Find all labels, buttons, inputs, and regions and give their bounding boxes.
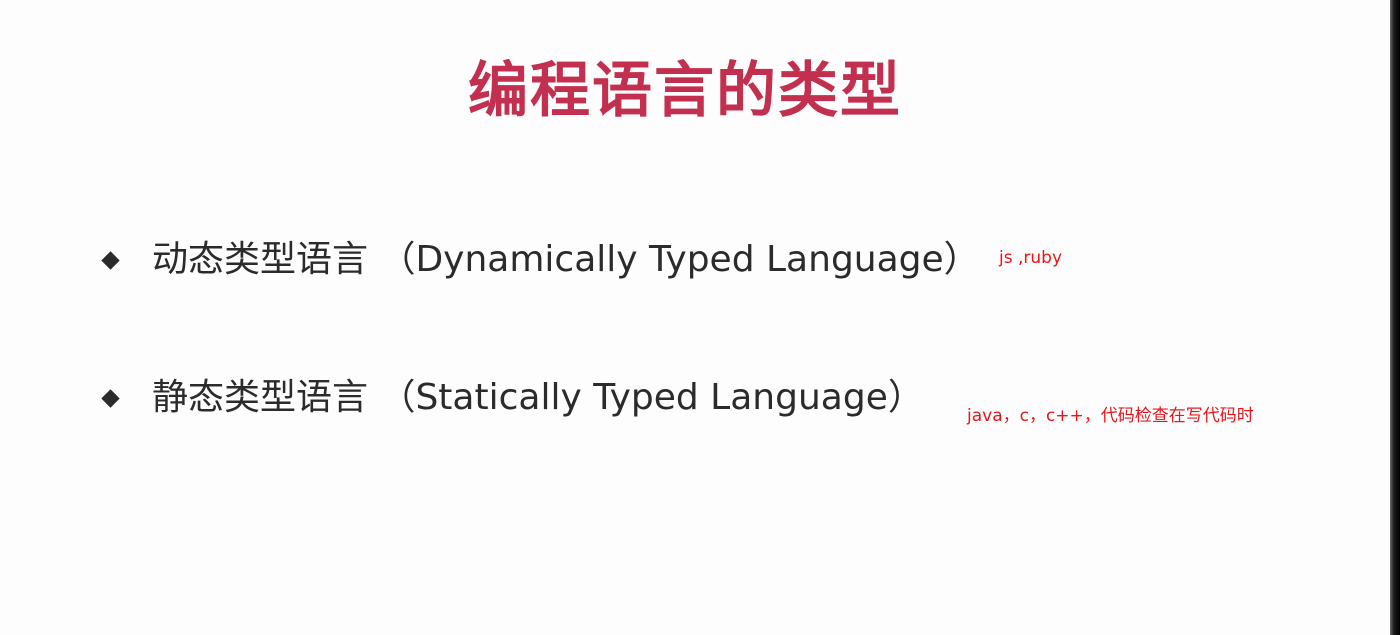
- diamond-bullet-icon: [101, 388, 120, 408]
- bullet-item-static: 静态类型语言 （Statically Typed Language）: [101, 372, 924, 424]
- annotation-dynamic: js ,ruby: [999, 248, 1063, 268]
- slide: 编程语言的类型 动态类型语言 （Dynamically Typed Langua…: [0, 0, 1390, 635]
- bullet-item-dynamic: 动态类型语言 （Dynamically Typed Language）: [101, 234, 980, 286]
- window-edge: [1390, 0, 1400, 635]
- slide-title: 编程语言的类型: [468, 56, 902, 126]
- bullet-text-dynamic: 动态类型语言 （Dynamically Typed Language）: [152, 239, 980, 280]
- bullet-text-static: 静态类型语言 （Statically Typed Language）: [152, 377, 924, 418]
- diamond-bullet-icon: [101, 250, 120, 270]
- annotation-static: java，c，c++，代码检查在写代码时: [967, 406, 1254, 426]
